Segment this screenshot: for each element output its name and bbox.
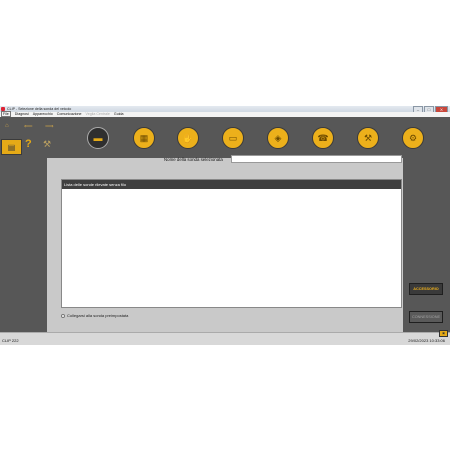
forward-arrow-icon[interactable]: ⟹ — [45, 123, 54, 130]
grid-icon[interactable]: ▦ — [133, 127, 155, 149]
default-probe-radio[interactable] — [61, 313, 65, 318]
status-indicator-icon: ▣ — [439, 330, 448, 337]
battery-icon[interactable]: ▭ — [222, 127, 244, 149]
status-datetime: 29/02/2023 10:33:06 — [408, 338, 445, 343]
probe-name-field[interactable] — [231, 155, 402, 163]
probe-list-header: Lista delle sonde rilevate senza filo — [62, 180, 401, 189]
connect-button[interactable]: CONNESSIONE — [409, 311, 443, 323]
default-probe-option[interactable]: Collegarsi alla sonda preimpostata — [61, 313, 128, 318]
accessory-button[interactable]: ACCESSORIO — [409, 283, 443, 295]
gear-person-icon[interactable]: ⚙ — [402, 127, 424, 149]
toolbar-left-group: ⌂ ⟸ ⟹ ▤ ? ⚒ — [0, 117, 70, 158]
wrench-icon[interactable]: ⚒ — [357, 127, 379, 149]
probe-list[interactable]: Lista delle sonde rilevate senza filo — [61, 179, 402, 308]
menu-apparecchio[interactable]: Apparecchio — [33, 112, 53, 116]
probe-icon[interactable]: ▬ — [87, 127, 109, 149]
status-bar: CLIP 222 ▣ 29/02/2023 10:33:06 — [0, 330, 450, 345]
default-probe-label: Collegarsi alla sonda preimpostata — [67, 313, 129, 318]
menu-guida[interactable]: Guida — [114, 112, 124, 116]
home-icon[interactable]: ⌂ — [5, 123, 9, 129]
help-icon[interactable]: ? — [25, 138, 32, 150]
menu-diagnosi[interactable]: Diagnosi — [15, 112, 29, 116]
probe-name-label: Nome della sonda selezionata — [164, 157, 223, 162]
toolbar: ⌂ ⟸ ⟹ ▤ ? ⚒ ▬ ▦ ✋ ▭ ◈ ☎ ⚒ ⚙ — [0, 117, 450, 158]
back-arrow-icon[interactable]: ⟸ — [24, 123, 33, 130]
left-side-panel — [0, 158, 47, 332]
main-module-icon[interactable]: ▤ — [1, 139, 22, 155]
car-icon[interactable]: ◈ — [267, 127, 289, 149]
menu-veglia-centrale[interactable]: Veglia Centrale — [86, 112, 110, 116]
phone-icon[interactable]: ☎ — [312, 127, 334, 149]
status-device: CLIP 222 — [2, 338, 19, 343]
tool-icon[interactable]: ⚒ — [43, 139, 51, 150]
menu-comunicazione[interactable]: Comunicazione — [57, 112, 82, 116]
right-side-panel — [403, 158, 450, 332]
hand-icon[interactable]: ✋ — [177, 127, 199, 149]
